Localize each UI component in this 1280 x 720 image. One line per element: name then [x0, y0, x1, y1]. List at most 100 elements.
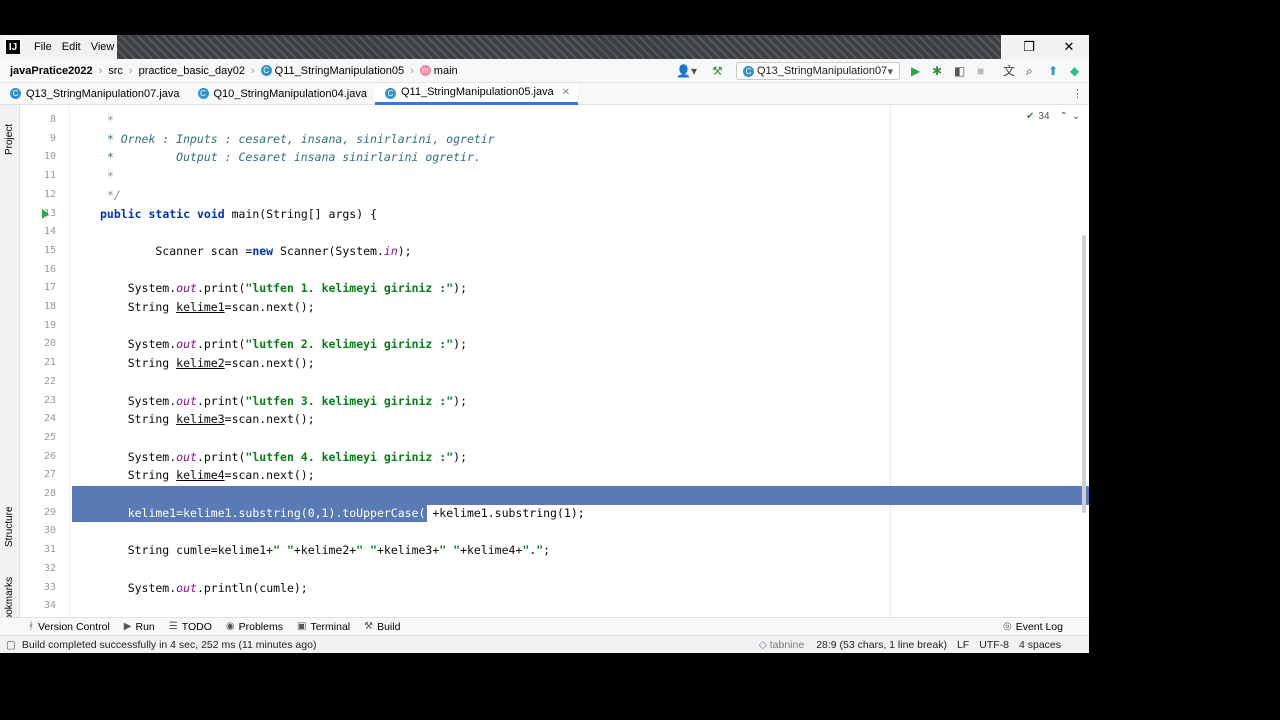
version-control-button[interactable]: ᚼ Version Control [28, 621, 110, 633]
code-line[interactable]: System.out.print("lutfen 4. kelimeyi gir… [100, 448, 467, 467]
line-number: 14 [43, 226, 56, 238]
menu-file[interactable]: File [29, 41, 57, 53]
tab-q13[interactable]: C Q13_StringManipulation07.java [0, 83, 188, 105]
indent-setting[interactable]: 4 spaces [1019, 639, 1061, 651]
line-separator[interactable]: LF [957, 639, 969, 651]
code-line[interactable]: System.out.print("lutfen 2. kelimeyi gir… [100, 335, 467, 354]
line-number: 31 [43, 544, 56, 556]
breadcrumb-package[interactable]: practice_basic_day02 [137, 65, 247, 77]
todo-button[interactable]: ☰ TODO [169, 621, 212, 633]
translate-icon[interactable]: 文 [1003, 64, 1015, 78]
problems-icon: ◉ [225, 621, 235, 632]
version-control-label: Version Control [38, 620, 110, 633]
caret-position[interactable]: 28:9 (53 chars, 1 line break) [816, 639, 947, 651]
line-number: 25 [43, 431, 56, 443]
menu-view[interactable]: View [86, 41, 120, 53]
structure-tool-button[interactable]: Structure [4, 506, 15, 547]
user-icon[interactable]: 👤▾ [676, 64, 697, 78]
code-line[interactable]: * [100, 167, 114, 186]
chevron-down-icon[interactable]: ⌄ [1072, 111, 1080, 122]
code-line[interactable]: String kelime1=scan.next(); [100, 298, 315, 317]
tabnine-status[interactable]: ◇ tabnine [759, 639, 804, 651]
project-tool-button[interactable]: Project [4, 124, 15, 155]
tab-q11[interactable]: C Q11_StringManipulation05.java ✕ [375, 82, 579, 105]
menu-edit[interactable]: Edit [57, 41, 86, 53]
code-line[interactable]: System.out.print("lutfen 1. kelimeyi gir… [100, 279, 467, 298]
class-icon: C [743, 65, 754, 77]
line-number: 20 [43, 338, 56, 350]
status-message[interactable]: Build completed successfully in 4 sec, 2… [22, 639, 317, 651]
run-button[interactable]: ▶ Run [124, 621, 155, 633]
line-number: 28 [43, 488, 56, 499]
coverage-icon[interactable]: ◧ [954, 64, 965, 78]
code-line[interactable]: System.out.println(cumle); [100, 579, 308, 598]
status-bar: ▢ Build completed successfully in 4 sec,… [0, 635, 1089, 653]
line-number: 22 [43, 375, 56, 387]
event-log-button[interactable]: ◎ Event Log [1003, 621, 1063, 633]
chevron-right-icon: › [410, 64, 414, 77]
terminal-button[interactable]: ▣ Terminal [297, 621, 350, 633]
left-tool-strip: Project Structure Bookmarks [0, 105, 20, 627]
code-line[interactable]: Scanner scan =new Scanner(System.in); [100, 242, 411, 261]
update-icon[interactable]: ⬆ [1048, 64, 1058, 78]
line-number: 18 [43, 301, 56, 312]
close-tab-icon[interactable]: ✕ [562, 87, 570, 98]
run-icon[interactable]: ▶ [911, 64, 920, 78]
debug-icon[interactable]: ✱ [932, 64, 942, 78]
code-line[interactable]: kelime1=kelime1.substring(0,1).toUpperCa… [100, 504, 585, 523]
chevron-up-icon[interactable]: ⌃ [1060, 111, 1068, 122]
code-line[interactable]: * Output : Cesaret insana sinirlarini og… [100, 148, 481, 167]
line-number: 11 [43, 170, 56, 182]
tab-q10[interactable]: C Q10_StringManipulation04.java [188, 83, 376, 105]
check-icon: ✔ [1026, 111, 1035, 122]
breadcrumb-src[interactable]: src [106, 65, 125, 77]
title-drag-area[interactable] [117, 35, 1001, 59]
code-line[interactable]: */ [100, 186, 121, 205]
code-line[interactable]: String kelime2=scan.next(); [100, 354, 315, 373]
hammer-icon: ⚒ [364, 621, 374, 632]
tabnine-icon: ◇ [758, 638, 770, 651]
code-line[interactable]: public static void main(String[] args) { [100, 205, 377, 224]
selection-band [72, 485, 1089, 505]
code-line[interactable]: String kelime3=scan.next(); [100, 410, 315, 429]
breadcrumb-method[interactable]: m main [418, 65, 460, 77]
run-configuration-select[interactable]: C Q13_StringManipulation07 ▾ [736, 62, 900, 80]
event-log-label: Event Log [1015, 620, 1063, 633]
line-number: 24 [43, 413, 56, 425]
class-icon: C [10, 87, 21, 99]
editor-scrollbar[interactable] [1082, 235, 1086, 513]
code-line[interactable]: String cumle=kelime1+" "+kelime2+" "+kel… [100, 541, 550, 560]
class-icon: C [197, 87, 209, 99]
list-icon: ☰ [168, 621, 178, 632]
problems-button[interactable]: ◉ Problems [226, 621, 283, 633]
class-icon: C [385, 87, 396, 99]
restore-icon[interactable]: ❐ [1009, 35, 1049, 59]
plugin-icon[interactable]: ◆ [1070, 64, 1079, 78]
line-number: 19 [43, 319, 56, 331]
breadcrumb-project[interactable]: javaPratice2022 [8, 65, 95, 77]
search-icon[interactable]: ⌕ [1026, 64, 1033, 78]
code-line[interactable]: String kelime4=scan.next(); [100, 466, 315, 485]
close-icon[interactable]: ✕ [1049, 35, 1089, 59]
code-line[interactable]: * [100, 111, 114, 130]
right-margin-guide [890, 105, 891, 617]
inspection-widget[interactable]: ✔ 34 ⌃ ⌄ [1026, 111, 1080, 122]
event-log-icon: ◎ [1002, 621, 1012, 632]
run-gutter-icon[interactable] [42, 208, 49, 219]
stop-icon[interactable]: ■ [977, 64, 984, 78]
code-line[interactable]: * Ornek : Inputs : cesaret, insana, sini… [100, 130, 495, 149]
line-number: 27 [43, 469, 56, 481]
file-encoding[interactable]: UTF-8 [979, 639, 1009, 651]
breadcrumb-class[interactable]: C Q11_StringManipulation05 [259, 65, 406, 77]
line-number: 23 [43, 394, 56, 406]
tab-label: Q11_StringManipulation05.java [401, 86, 554, 98]
navigation-bar: javaPratice2022 › src › practice_basic_d… [0, 59, 1089, 83]
status-icon[interactable]: ▢ [6, 639, 16, 651]
more-icon[interactable]: ⋮ [1072, 87, 1083, 100]
build-button[interactable]: ⚒ Build [364, 621, 400, 633]
hammer-icon[interactable]: ⚒ [712, 64, 723, 78]
code-line[interactable]: System.out.print("lutfen 3. kelimeyi gir… [100, 392, 467, 411]
line-number: 13 [43, 207, 56, 219]
line-number: 30 [43, 525, 56, 537]
chevron-down-icon: ▾ [887, 65, 893, 78]
